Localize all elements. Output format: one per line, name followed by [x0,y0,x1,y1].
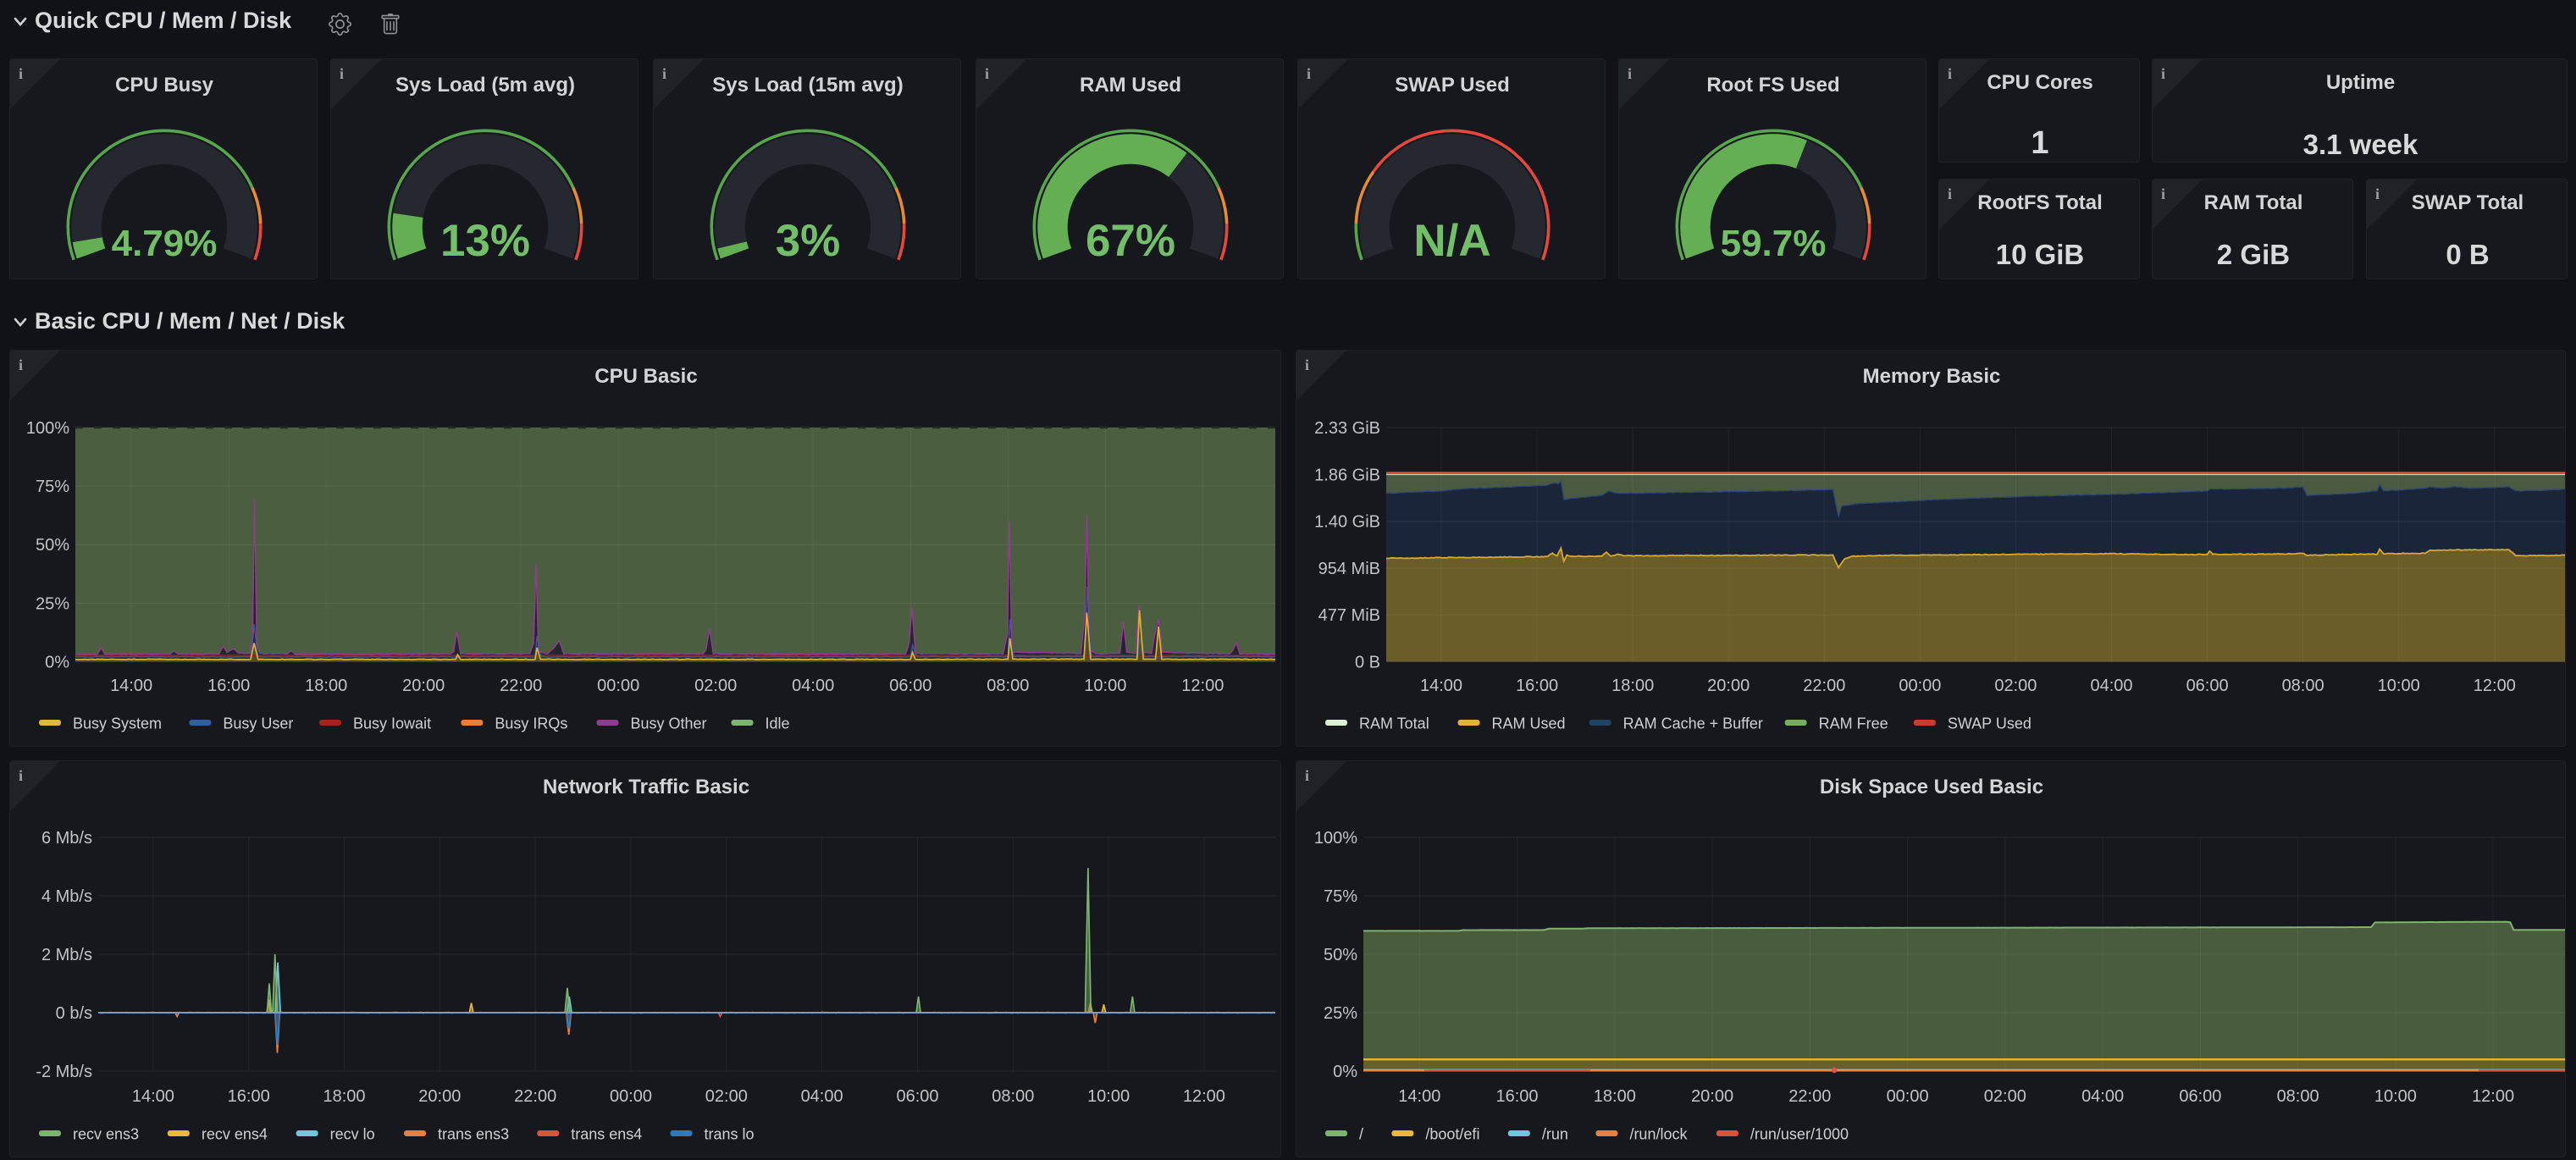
svg-text:04:00: 04:00 [792,677,834,695]
svg-text:100%: 100% [1314,829,1357,848]
svg-text:20:00: 20:00 [1707,677,1750,695]
svg-text:08:00: 08:00 [2282,677,2324,695]
svg-text:RAM Free: RAM Free [1819,715,1888,732]
svg-text:954 MiB: 954 MiB [1318,560,1380,578]
svg-text:trans lo: trans lo [705,1126,755,1143]
svg-text:18:00: 18:00 [323,1087,365,1106]
svg-text:20:00: 20:00 [418,1087,461,1106]
svg-text:02:00: 02:00 [1994,677,2037,695]
svg-text:12:00: 12:00 [1183,1087,1225,1106]
svg-text:recv lo: recv lo [330,1126,375,1143]
svg-text:06:00: 06:00 [889,677,931,695]
svg-text:22:00: 22:00 [1788,1087,1831,1106]
svg-text:06:00: 06:00 [2179,1087,2221,1106]
svg-text:3%: 3% [776,216,841,266]
svg-text:00:00: 00:00 [610,1087,652,1106]
svg-text:22:00: 22:00 [1803,677,1845,695]
svg-text:00:00: 00:00 [1887,1087,1929,1106]
svg-text:4 Mb/s: 4 Mb/s [41,887,92,906]
svg-text:RAM Cache + Buffer: RAM Cache + Buffer [1623,715,1763,732]
svg-text:10:00: 10:00 [1087,1087,1130,1106]
svg-text:14:00: 14:00 [1420,677,1462,695]
svg-text:16:00: 16:00 [1516,677,1558,695]
svg-text:16:00: 16:00 [1495,1087,1538,1106]
svg-text:75%: 75% [36,478,69,496]
svg-text:10:00: 10:00 [2374,1087,2417,1106]
svg-text:25%: 25% [36,594,69,613]
svg-text:04:00: 04:00 [2081,1087,2124,1106]
svg-text:RAM Used: RAM Used [1492,715,1566,732]
svg-text:0 B: 0 B [1355,654,1380,672]
svg-text:Busy User: Busy User [223,715,293,732]
svg-text:16:00: 16:00 [207,677,250,695]
svg-text:14:00: 14:00 [132,1087,174,1106]
svg-text:4.79%: 4.79% [112,223,218,264]
svg-text:477 MiB: 477 MiB [1318,606,1380,625]
svg-text:08:00: 08:00 [2277,1087,2319,1106]
svg-text:10:00: 10:00 [1084,677,1126,695]
svg-text:25%: 25% [1324,1004,1357,1023]
svg-text:1.40 GiB: 1.40 GiB [1314,513,1380,532]
svg-text:22:00: 22:00 [500,677,542,695]
svg-text:trans ens3: trans ens3 [438,1126,509,1143]
svg-text:59.7%: 59.7% [1721,223,1827,264]
svg-text:SWAP Used: SWAP Used [1948,715,2032,732]
svg-text:67%: 67% [1086,216,1175,266]
svg-text:N/A: N/A [1413,216,1490,266]
svg-text:/run/lock: /run/lock [1629,1126,1688,1143]
svg-text:recv ens4: recv ens4 [202,1126,268,1143]
svg-text:16:00: 16:00 [228,1087,270,1106]
svg-text:50%: 50% [36,536,69,555]
svg-text:08:00: 08:00 [992,1087,1034,1106]
svg-text:12:00: 12:00 [2472,1087,2514,1106]
svg-text:75%: 75% [1324,887,1357,906]
svg-text:18:00: 18:00 [305,677,347,695]
svg-text:04:00: 04:00 [801,1087,843,1106]
svg-text:02:00: 02:00 [694,677,737,695]
svg-text:2 Mb/s: 2 Mb/s [41,946,92,964]
svg-text:06:00: 06:00 [896,1087,938,1106]
svg-text:50%: 50% [1324,946,1357,964]
svg-text:Busy Other: Busy Other [630,715,706,732]
svg-text:12:00: 12:00 [1181,677,1224,695]
svg-text:2.33 GiB: 2.33 GiB [1314,419,1380,438]
svg-text:Busy System: Busy System [73,715,162,732]
svg-text:08:00: 08:00 [987,677,1029,695]
svg-text:18:00: 18:00 [1611,677,1654,695]
svg-text:04:00: 04:00 [2090,677,2132,695]
svg-text:Busy Iowait: Busy Iowait [353,715,431,732]
svg-text:Busy IRQs: Busy IRQs [495,715,567,732]
svg-text:0%: 0% [45,654,69,672]
svg-text:14:00: 14:00 [110,677,152,695]
svg-text:-2 Mb/s: -2 Mb/s [36,1063,92,1081]
svg-text:100%: 100% [26,419,69,438]
svg-text:18:00: 18:00 [1594,1087,1636,1106]
svg-text:Idle: Idle [766,715,790,732]
svg-text:13%: 13% [440,216,530,266]
svg-text:20:00: 20:00 [402,677,445,695]
svg-text:/run: /run [1542,1126,1568,1143]
svg-text:/: / [1359,1126,1363,1143]
svg-text:14:00: 14:00 [1398,1087,1440,1106]
svg-text:12:00: 12:00 [2474,677,2516,695]
svg-text:00:00: 00:00 [597,677,639,695]
svg-text:recv ens3: recv ens3 [73,1126,139,1143]
svg-text:6 Mb/s: 6 Mb/s [41,829,92,848]
svg-text:02:00: 02:00 [1984,1087,2026,1106]
svg-text:02:00: 02:00 [705,1087,748,1106]
svg-text:22:00: 22:00 [514,1087,556,1106]
svg-text:10:00: 10:00 [2378,677,2420,695]
svg-text:/boot/efi: /boot/efi [1425,1126,1479,1143]
svg-text:RAM Total: RAM Total [1359,715,1429,732]
svg-text:0 b/s: 0 b/s [56,1004,92,1023]
svg-text:0%: 0% [1333,1063,1357,1081]
svg-text:trans ens4: trans ens4 [571,1126,642,1143]
svg-text:/run/user/1000: /run/user/1000 [1750,1126,1849,1143]
svg-text:1.86 GiB: 1.86 GiB [1314,466,1380,484]
svg-text:00:00: 00:00 [1899,677,1941,695]
svg-text:06:00: 06:00 [2186,677,2229,695]
svg-text:20:00: 20:00 [1691,1087,1733,1106]
